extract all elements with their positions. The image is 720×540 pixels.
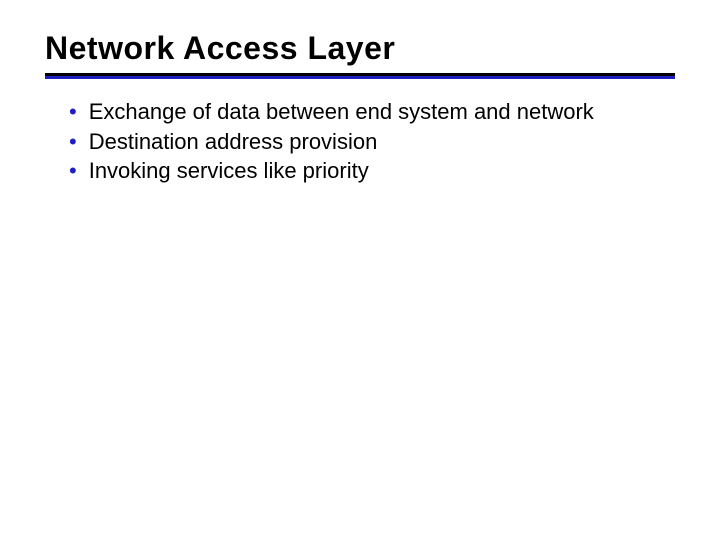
slide-title: Network Access Layer	[45, 30, 675, 67]
bullet-list: • Exchange of data between end system an…	[45, 97, 675, 186]
bullet-icon: •	[69, 97, 77, 127]
bullet-text: Destination address provision	[89, 127, 675, 157]
bullet-icon: •	[69, 156, 77, 186]
list-item: • Destination address provision	[69, 127, 675, 157]
title-underline-blue	[45, 76, 675, 79]
list-item: • Exchange of data between end system an…	[69, 97, 675, 127]
bullet-text: Exchange of data between end system and …	[89, 97, 675, 127]
list-item: • Invoking services like priority	[69, 156, 675, 186]
bullet-text: Invoking services like priority	[89, 156, 675, 186]
bullet-icon: •	[69, 127, 77, 157]
